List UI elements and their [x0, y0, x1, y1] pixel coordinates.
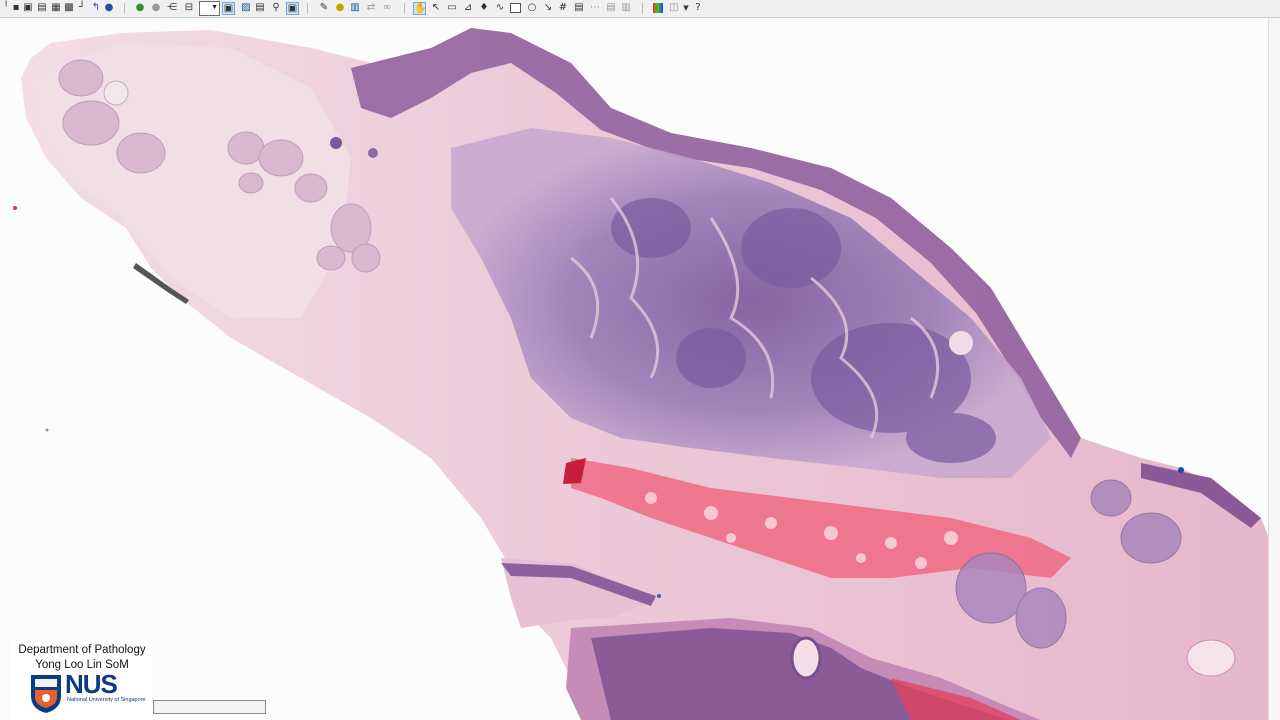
compare-icon[interactable]: ▥ [349, 2, 361, 14]
highlight-icon[interactable]: ● [334, 2, 346, 14]
camera-icon[interactable]: ▪ [10, 2, 22, 14]
back-arrow-icon[interactable]: ▩ [63, 2, 75, 14]
fit-icon[interactable]: ▣ [222, 2, 235, 15]
nus-logo-subtitle: National University of Singapore [67, 697, 146, 703]
rotate-icon[interactable]: ◫ [668, 2, 680, 14]
viewer-toolbar: ╵ ▪ ▣ ▤ ▦ ▩ ┘ ↰ ● ● ● ⋲ ⊟ ▼ ▣ ▨ ▤ ⚲ ▣ ✎ … [0, 0, 1280, 18]
chart-icon[interactable]: ┘ [76, 2, 88, 14]
color-adjust-icon[interactable] [653, 3, 663, 13]
toolbar-separator [642, 3, 643, 14]
sync-icon[interactable]: ⇄ [365, 2, 377, 14]
chevron-down-icon: ▼ [211, 4, 218, 11]
info-icon[interactable]: ● [103, 2, 115, 14]
measure-icon[interactable]: ⊿ [462, 2, 474, 14]
select-arrow-icon[interactable]: ↖ [430, 2, 442, 14]
freehand-icon[interactable]: ∿ [494, 2, 506, 14]
zoom-select[interactable]: ▼ [199, 1, 220, 16]
text-box-icon[interactable]: ▤ [573, 2, 585, 14]
rectangle-icon[interactable] [510, 3, 521, 13]
nus-logo-text: NUS [65, 669, 118, 699]
magnifier-icon[interactable]: ⚲ [270, 2, 282, 14]
print-icon[interactable]: ▤ [36, 2, 48, 14]
vertical-scrollbar[interactable] [1268, 18, 1280, 720]
ellipse-icon[interactable]: ○ [526, 2, 538, 14]
go-forward-icon[interactable]: ● [134, 2, 146, 14]
share-icon[interactable]: ⋲ [166, 2, 178, 14]
image-stack-icon[interactable]: ▦ [50, 2, 62, 14]
ruler-icon[interactable]: ⋯ [589, 2, 601, 14]
pan-hand-icon[interactable]: ✋ [413, 2, 426, 15]
link-icon[interactable]: ∞ [381, 2, 393, 14]
open-slide-icon[interactable]: ▣ [22, 2, 34, 14]
help-icon[interactable]: ? [692, 2, 704, 14]
chevron-down-icon[interactable]: ▼ [680, 2, 692, 14]
slide-icon[interactable]: ▭ [446, 2, 458, 14]
copy-icon[interactable]: ▨ [240, 2, 252, 14]
tree-icon[interactable]: ⊟ [183, 2, 195, 14]
refresh-icon[interactable]: ● [150, 2, 162, 14]
status-field[interactable] [153, 700, 266, 714]
toolbar-separator [124, 3, 125, 14]
copy-layer-icon[interactable]: ▥ [620, 2, 632, 14]
toolbar-separator [404, 3, 405, 14]
department-label: Department of Pathology [18, 644, 146, 656]
toolbar-separator [307, 3, 308, 14]
layers-icon[interactable]: ▤ [605, 2, 617, 14]
save-icon[interactable]: ▤ [254, 2, 266, 14]
nus-crest-icon [31, 675, 61, 713]
annotation-icon[interactable]: ✎ [318, 2, 330, 14]
institution-overlay: Department of Pathology Yong Loo Lin SoM… [11, 640, 153, 720]
slide-canvas[interactable] [11, 18, 1269, 720]
back-arrow-icon-2[interactable]: ↰ [90, 2, 102, 14]
marker-icon[interactable]: ♦ [478, 2, 490, 14]
histology-image [13, 28, 1269, 720]
image-export-icon[interactable]: ▣ [286, 2, 299, 15]
arrow-icon[interactable]: ↘ [542, 2, 554, 14]
grid-icon[interactable]: # [557, 2, 569, 14]
